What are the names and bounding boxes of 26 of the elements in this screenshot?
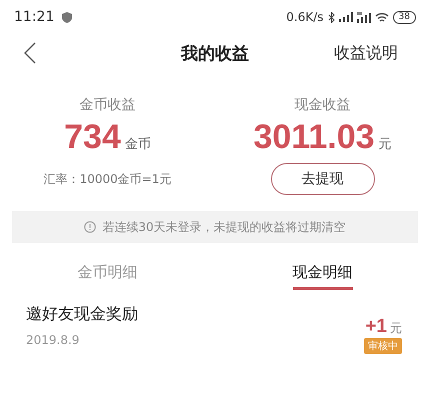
shield-icon — [62, 12, 72, 22]
back-icon[interactable] — [24, 42, 36, 64]
earnings-amount: 3011.03 — [253, 118, 375, 157]
info-icon — [84, 221, 96, 233]
clock-time: 11:21 — [14, 9, 54, 25]
withdraw-button[interactable]: 去提现 — [270, 163, 374, 195]
record-amount: +1 — [365, 316, 387, 338]
earnings-label: 现金收益 — [294, 96, 350, 114]
record-date: 2019.8.9 — [26, 333, 80, 347]
notice-text: 若连续30天未登录，未提现的收益将过期清空 — [102, 218, 346, 236]
status-badge: 审核中 — [364, 338, 402, 354]
earnings-amount: 734 — [64, 118, 121, 157]
battery-level: 38 — [392, 10, 416, 24]
currency-unit: 金币 — [124, 136, 151, 153]
page-title: 我的收益 — [181, 42, 249, 64]
bluetooth-icon — [328, 12, 335, 22]
signal-icon — [338, 12, 353, 22]
wifi-icon — [374, 12, 389, 22]
currency-unit: 元 — [378, 136, 392, 153]
exchange-rate: 汇率：10000金币=1元 — [44, 171, 172, 188]
signal-icon — [356, 12, 371, 22]
network-speed: 0.6K/s — [286, 10, 324, 24]
earnings-label: 金币收益 — [80, 96, 136, 114]
earnings-info-link[interactable]: 收益说明 — [334, 42, 398, 64]
record-title: 邀好友现金奖励 — [26, 304, 138, 325]
currency-unit: 元 — [390, 320, 402, 337]
